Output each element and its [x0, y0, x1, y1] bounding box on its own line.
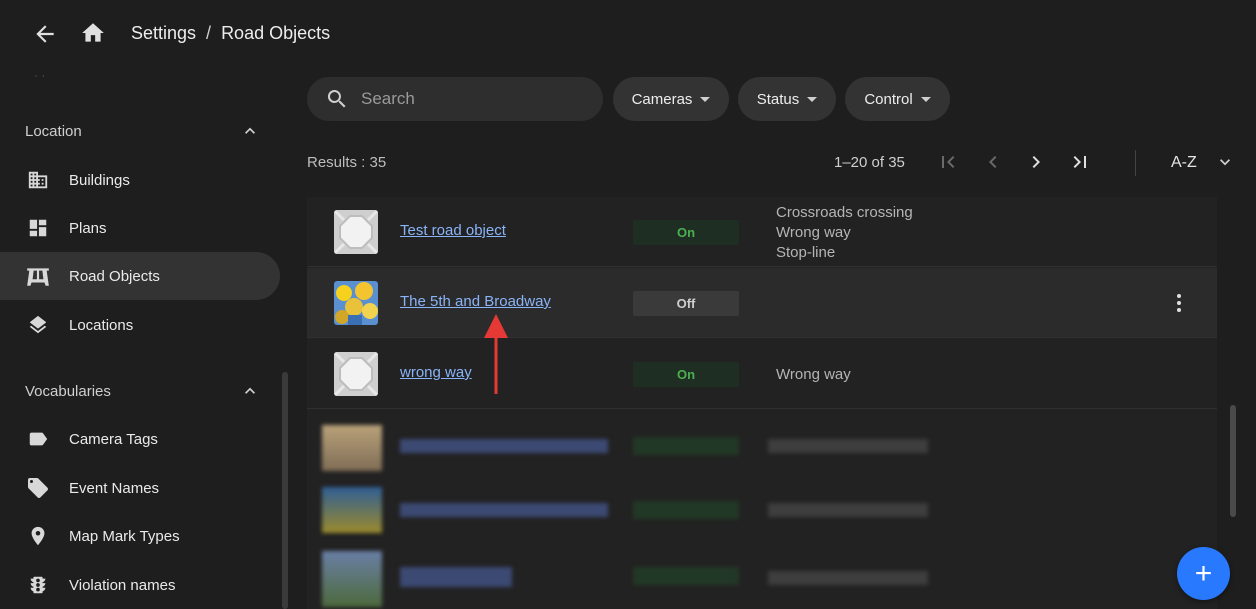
blurred-name [400, 439, 608, 453]
search-box[interactable] [307, 77, 603, 121]
status-badge: On [633, 220, 739, 245]
blurred-control [768, 571, 928, 585]
traffic-light-icon [25, 572, 51, 598]
blurred-control [768, 439, 928, 453]
crossroad-thumbnail [334, 352, 378, 396]
sidebar-item-plans[interactable]: Plans [0, 204, 280, 252]
table-row[interactable]: Test road object On Crossroads crossing … [307, 197, 1217, 267]
sidebar-item-label: Camera Tags [69, 430, 158, 448]
app-window: Settings / Road Objects · · Location Bui… [0, 0, 1256, 609]
sidebar-item-label: Road Objects [69, 267, 160, 285]
sidebar-item-locations[interactable]: Locations [0, 301, 280, 349]
sidebar-item-label: Violation names [69, 576, 176, 594]
section-location-title: Location [25, 123, 82, 140]
road-object-link[interactable]: Test road object [400, 222, 506, 239]
obscured-rows [307, 407, 1217, 609]
sidebar-item-buildings[interactable]: Buildings [0, 156, 280, 204]
annotation-arrow-icon [484, 314, 508, 394]
sidebar-cutoff-item: · · [34, 68, 46, 82]
blurred-status [633, 501, 739, 519]
chevron-up-icon[interactable] [240, 381, 260, 401]
sidebar-item-event-names[interactable]: Event Names [0, 464, 280, 512]
chevron-down-icon[interactable] [1215, 152, 1235, 172]
road-objects-list: Test road object On Crossroads crossing … [307, 197, 1217, 609]
control-type: Wrong way [776, 224, 851, 241]
sidebar-item-camera-tags[interactable]: Camera Tags [0, 415, 280, 463]
filter-control[interactable]: Control [845, 77, 950, 121]
crossroad-thumbnail [334, 210, 378, 254]
road-object-link[interactable]: wrong way [400, 364, 472, 381]
blurred-thumbnail [322, 551, 382, 607]
sidebar-item-label: Buildings [69, 171, 130, 189]
back-arrow-icon[interactable] [32, 21, 58, 47]
last-page-icon[interactable] [1068, 150, 1092, 174]
breadcrumb: Settings / Road Objects [131, 23, 330, 44]
map-pin-icon [25, 523, 51, 549]
blurred-status [633, 567, 739, 585]
sidebar-item-label: Map Mark Types [69, 527, 180, 545]
first-page-icon[interactable] [936, 150, 960, 174]
sidebar-item-label: Locations [69, 316, 134, 334]
add-road-object-button[interactable]: + [1177, 547, 1230, 600]
table-row[interactable]: The 5th and Broadway Off [307, 268, 1217, 338]
blurred-status [633, 437, 739, 455]
table-row[interactable]: wrong way On Wrong way [307, 339, 1217, 409]
caret-down-icon [700, 96, 711, 102]
chevron-up-icon[interactable] [240, 121, 260, 141]
results-count: Results : 35 [307, 154, 387, 171]
dashboard-icon [25, 215, 51, 241]
filter-label: Status [756, 90, 800, 108]
search-icon [327, 90, 346, 108]
home-icon[interactable] [80, 20, 106, 46]
control-type: Crossroads crossing [776, 204, 913, 221]
search-input[interactable] [361, 89, 581, 109]
blurred-thumbnail [322, 487, 382, 533]
label-icon [25, 426, 51, 452]
caret-down-icon [920, 96, 931, 102]
blurred-control [768, 503, 928, 517]
building-icon [25, 167, 51, 193]
sidebar-item-map-mark-types[interactable]: Map Mark Types [0, 512, 280, 560]
list-scrollbar[interactable] [1230, 405, 1236, 517]
filter-label: Cameras [631, 90, 693, 108]
sidebar: · · Location Buildings Plans Road Object… [0, 68, 290, 609]
blurred-name [400, 503, 608, 517]
status-badge: Off [633, 291, 739, 316]
filter-status[interactable]: Status [738, 77, 836, 121]
status-badge: On [633, 362, 739, 387]
layers-icon [25, 312, 51, 338]
sidebar-item-violation-names[interactable]: Violation names [0, 561, 280, 609]
control-type: Stop-line [776, 244, 836, 261]
page-range: 1–20 of 35 [834, 154, 905, 171]
top-bar: Settings / Road Objects [0, 0, 1256, 68]
breadcrumb-settings[interactable]: Settings [131, 23, 196, 44]
tags-icon [25, 475, 51, 501]
blurred-name [400, 567, 512, 587]
more-vert-icon[interactable] [1167, 290, 1191, 316]
sort-order[interactable]: A-Z [1171, 154, 1197, 172]
blurred-thumbnail [322, 425, 382, 471]
filter-cameras[interactable]: Cameras [613, 77, 729, 121]
breadcrumb-separator: / [206, 23, 212, 43]
control-types: Crossroads crossing Wrong way Stop-line [776, 203, 913, 263]
road-object-link[interactable]: The 5th and Broadway [400, 293, 551, 310]
control-types: Wrong way [776, 365, 851, 385]
plus-icon: + [1194, 556, 1213, 590]
divider [1135, 150, 1136, 176]
sidebar-item-label: Event Names [69, 479, 160, 497]
caret-down-icon [807, 96, 818, 102]
control-type: Wrong way [776, 366, 851, 383]
next-page-icon[interactable] [1024, 150, 1048, 174]
prev-page-icon[interactable] [981, 150, 1005, 174]
sidebar-item-label: Plans [69, 219, 107, 237]
section-vocabularies-title: Vocabularies [25, 383, 111, 400]
breadcrumb-current: Road Objects [221, 23, 331, 43]
sidebar-scrollbar[interactable] [282, 372, 288, 609]
image-thumbnail [334, 281, 378, 325]
filter-label: Control [864, 90, 913, 108]
road-icon [25, 263, 51, 289]
sidebar-item-road-objects[interactable]: Road Objects [0, 252, 280, 300]
